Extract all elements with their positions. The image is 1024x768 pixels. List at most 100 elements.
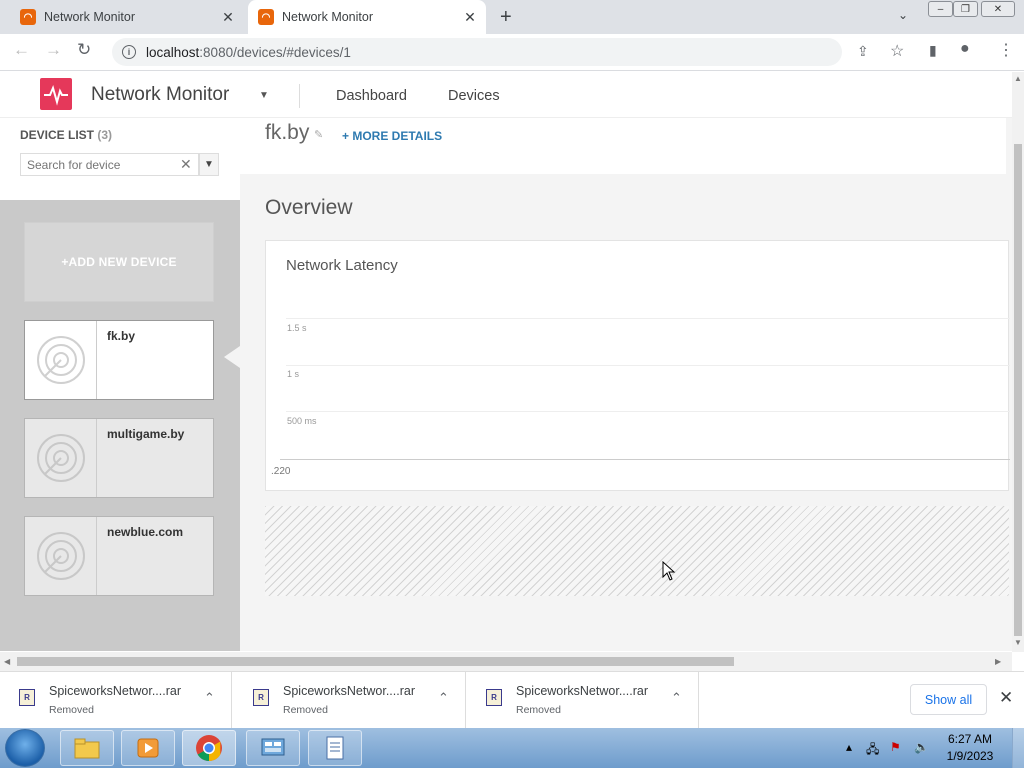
control-panel-icon[interactable]: [246, 730, 300, 766]
close-tab-icon[interactable]: ✕: [460, 9, 480, 26]
download-filename: SpiceworksNetwor....rar: [49, 684, 181, 698]
show-all-button[interactable]: Show all: [910, 684, 987, 715]
scroll-left-icon[interactable]: ◀: [4, 657, 10, 666]
url-text: localhost:8080/devices/#devices/1: [146, 45, 351, 60]
y-tick-label: 1.5 s: [287, 323, 307, 333]
network-icon[interactable]: 🖧: [866, 740, 879, 761]
device-name: multigame.by: [107, 427, 185, 441]
device-sidebar: DEVICE LIST (3) ✕ ▼ +ADD NEW DEVICE fk.b…: [0, 118, 240, 651]
chevron-up-icon[interactable]: ⌃: [438, 690, 449, 706]
rar-file-icon: R: [19, 689, 35, 706]
caret-down-icon[interactable]: ▼: [259, 90, 269, 101]
device-name: fk.by: [107, 329, 136, 343]
device-detail: fk.by ✎ + MORE DETAILS Overview Network …: [240, 118, 1012, 651]
profile-icon[interactable]: ●: [960, 40, 970, 58]
horizontal-scrollbar[interactable]: ◀ ▶: [0, 652, 1012, 671]
close-window-icon[interactable]: ✕: [981, 1, 1015, 17]
nav-devices[interactable]: Devices: [448, 88, 500, 104]
forward-icon[interactable]: →: [45, 40, 62, 60]
browser-toolbar: ← → ↻ i localhost:8080/devices/#devices/…: [0, 34, 1024, 71]
close-tab-icon[interactable]: ✕: [218, 9, 238, 26]
side-panel-icon[interactable]: ▮: [929, 42, 937, 59]
grid-line: [286, 318, 1010, 319]
device-list-label: DEVICE LIST: [20, 128, 95, 142]
tab-strip: ◠ Network Monitor ✕ ◠ Network Monitor ✕ …: [0, 0, 1024, 34]
address-bar[interactable]: i localhost:8080/devices/#devices/1: [112, 38, 842, 66]
radar-icon: [25, 517, 97, 595]
device-name: newblue.com: [107, 525, 184, 539]
back-icon[interactable]: ←: [13, 40, 30, 60]
device-card-fk-by[interactable]: fk.by: [24, 320, 214, 400]
scroll-down-icon[interactable]: ▼: [1014, 638, 1022, 647]
media-player-icon[interactable]: [121, 730, 175, 766]
clock-date[interactable]: 1/9/2023: [940, 749, 1000, 763]
device-title: fk.by: [265, 121, 310, 144]
scroll-right-icon[interactable]: ▶: [995, 657, 1001, 666]
vertical-scrollbar[interactable]: ▲ ▼: [1012, 72, 1024, 652]
add-new-device-button[interactable]: + ADD NEW DEVICE: [24, 222, 214, 302]
mouse-cursor-icon: [662, 561, 676, 581]
overview-heading: Overview: [265, 196, 353, 219]
app-title[interactable]: Network Monitor: [91, 84, 229, 106]
tab-title: Network Monitor: [282, 10, 373, 24]
device-search-input[interactable]: [20, 153, 199, 176]
site-favicon-icon: ◠: [20, 9, 36, 25]
download-filename: SpiceworksNetwor....rar: [283, 684, 415, 698]
menu-icon[interactable]: ⋮: [998, 40, 1014, 60]
pulse-logo-icon[interactable]: [40, 78, 72, 110]
volume-icon[interactable]: 🔈: [914, 740, 929, 754]
explorer-folder-icon[interactable]: [60, 730, 114, 766]
edit-pencil-icon[interactable]: ✎: [314, 128, 323, 141]
latency-chart-title: Network Latency: [286, 257, 398, 274]
radar-icon: [25, 419, 97, 497]
new-tab-icon[interactable]: +: [500, 6, 512, 29]
clock-time[interactable]: 6:27 AM: [940, 732, 1000, 746]
url-path: :8080/devices/#devices/1: [199, 44, 351, 60]
site-favicon-icon: ◠: [258, 9, 274, 25]
search-dropdown-button[interactable]: ▼: [199, 153, 219, 176]
horizontal-scroll-thumb[interactable]: [17, 657, 734, 666]
network-latency-card: Network Latency 1.5 s 1 s 500 ms .220: [265, 240, 1010, 491]
rar-file-icon: R: [486, 689, 502, 706]
device-card-newblue-com[interactable]: newblue.com: [24, 516, 214, 596]
tab-network-monitor-1[interactable]: ◠ Network Monitor ✕: [8, 0, 244, 34]
site-info-icon[interactable]: i: [122, 45, 136, 59]
rar-file-icon: R: [253, 689, 269, 706]
close-shelf-icon[interactable]: ✕: [999, 688, 1013, 708]
text-editor-icon[interactable]: [308, 730, 362, 766]
download-item[interactable]: R SpiceworksNetwor....rar Removed ⌃: [234, 672, 466, 729]
nav-dashboard[interactable]: Dashboard: [336, 88, 407, 104]
chevron-up-icon[interactable]: ⌃: [204, 690, 215, 706]
reload-icon[interactable]: ↻: [77, 40, 91, 60]
restore-icon[interactable]: ❐: [953, 1, 978, 17]
clear-search-icon[interactable]: ✕: [180, 156, 192, 173]
x-tick-label: .220: [271, 466, 291, 477]
more-details-link[interactable]: + MORE DETAILS: [342, 129, 442, 143]
divider: [299, 84, 300, 108]
y-tick-label: 500 ms: [287, 416, 317, 426]
star-icon[interactable]: ☆: [890, 41, 904, 61]
tab-network-monitor-2[interactable]: ◠ Network Monitor ✕: [248, 0, 486, 34]
download-item[interactable]: R SpiceworksNetwor....rar Removed ⌃: [0, 672, 232, 729]
device-count: (3): [97, 128, 113, 142]
chevron-down-icon[interactable]: ⌄: [898, 8, 908, 22]
download-status: Removed: [283, 704, 328, 716]
download-item[interactable]: R SpiceworksNetwor....rar Removed ⌃: [467, 672, 699, 729]
show-desktop-button[interactable]: [1012, 728, 1024, 768]
device-card-multigame-by[interactable]: multigame.by: [24, 418, 214, 498]
url-host: localhost: [146, 44, 200, 60]
download-filename: SpiceworksNetwor....rar: [516, 684, 648, 698]
tray-expand-icon[interactable]: ▴: [846, 740, 852, 754]
share-icon[interactable]: ⇪: [857, 43, 869, 60]
vertical-scroll-thumb[interactable]: [1014, 144, 1022, 636]
app-header: Network Monitor ▼ Dashboard Devices: [0, 72, 1012, 118]
minimize-icon[interactable]: –: [928, 1, 953, 17]
windows-start-icon[interactable]: [5, 729, 45, 767]
plus-icon: +: [61, 255, 69, 269]
download-status: Removed: [49, 704, 94, 716]
chrome-icon[interactable]: [182, 730, 236, 766]
grid-line: [286, 365, 1010, 366]
chevron-up-icon[interactable]: ⌃: [671, 690, 682, 706]
action-center-icon[interactable]: ⚑: [890, 740, 901, 754]
scroll-up-icon[interactable]: ▲: [1014, 74, 1022, 83]
